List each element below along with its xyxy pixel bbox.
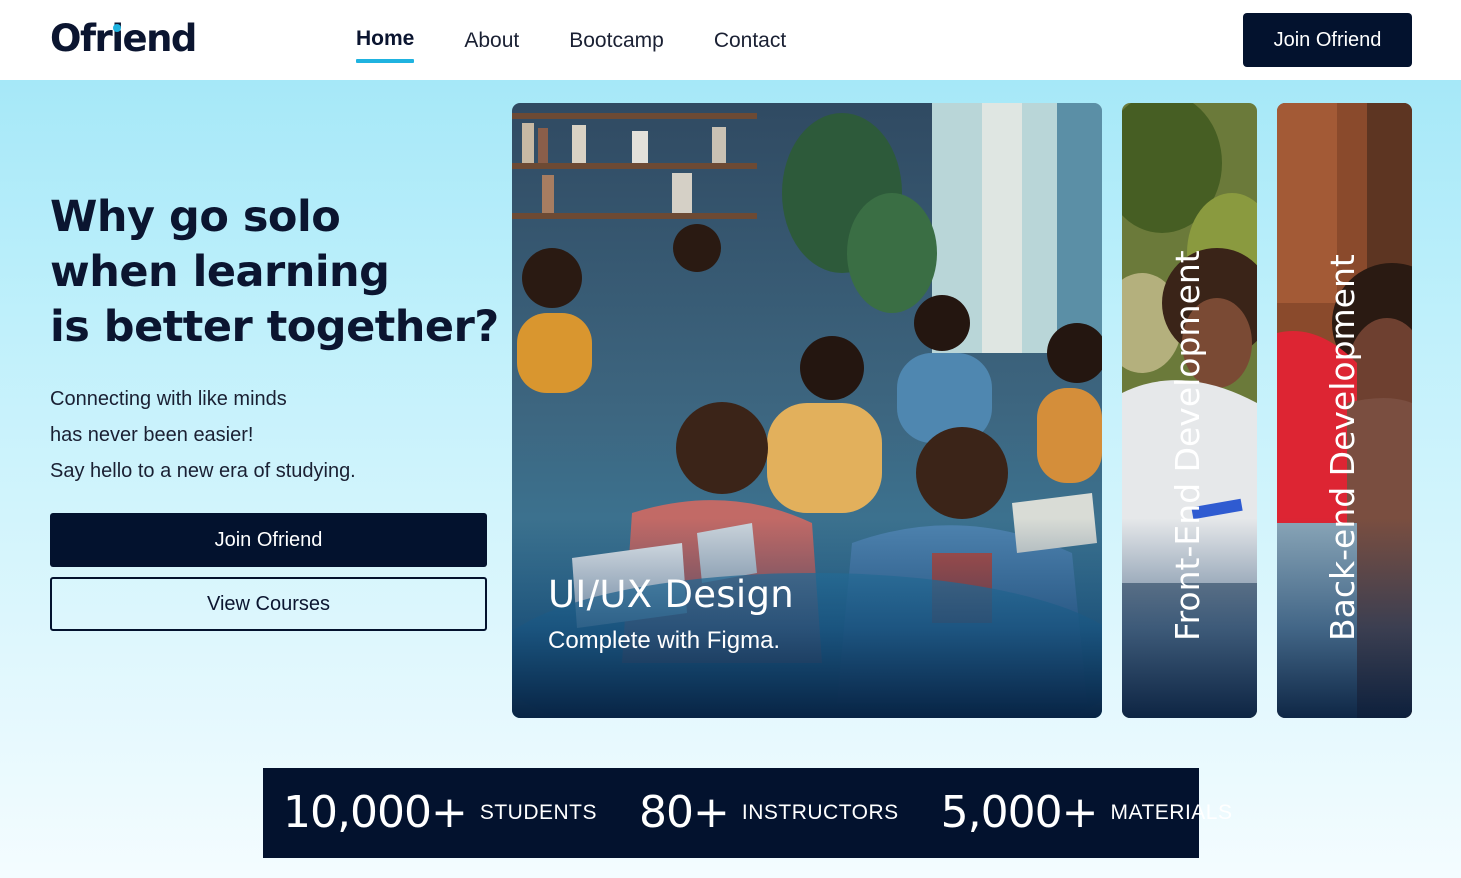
stat-materials: 5,000+ MATERIALS bbox=[941, 768, 1233, 858]
top-navigation-bar: Ofri end Home About Bootcamp Contact Join… bbox=[0, 0, 1461, 80]
stat-students: 10,000+ STUDENTS bbox=[283, 768, 597, 858]
course-card-vertical-title: Front-End Development bbox=[1167, 250, 1207, 641]
course-card-subtitle: Complete with Figma. bbox=[548, 627, 781, 654]
nav-link-about[interactable]: About bbox=[464, 24, 519, 60]
stat-value: 10,000+ bbox=[283, 787, 468, 838]
hero-heading: Why go solo when learning is better toge… bbox=[50, 190, 500, 355]
nav-link-home[interactable]: Home bbox=[356, 24, 415, 63]
course-card-vertical-title: Back-end Development bbox=[1322, 254, 1362, 641]
hero-heading-line: when learning bbox=[50, 247, 390, 297]
card-gradient-overlay bbox=[512, 518, 1102, 718]
hero-subtitle-line: has never been easier! bbox=[50, 424, 254, 446]
course-card-back-end[interactable]: Back-end Development bbox=[1277, 103, 1412, 718]
course-card-title: UI/UX Design bbox=[548, 573, 794, 616]
hero-subtitle-line: Connecting with like minds bbox=[50, 388, 287, 410]
view-courses-button[interactable]: View Courses bbox=[50, 577, 487, 631]
stat-label: MATERIALS bbox=[1110, 801, 1233, 824]
stat-instructors: 80+ INSTRUCTORS bbox=[639, 768, 899, 858]
ofriend-logo[interactable]: Ofri end bbox=[50, 17, 198, 60]
join-ofriend-hero-button[interactable]: Join Ofriend bbox=[50, 513, 487, 567]
logo-text-start: Ofr bbox=[50, 17, 113, 60]
course-card-uiux[interactable]: UI/UX Design Complete with Figma. bbox=[512, 103, 1102, 718]
logo-text-end: end bbox=[122, 17, 198, 60]
stat-value: 80+ bbox=[639, 787, 730, 838]
stats-bar: 10,000+ STUDENTS 80+ INSTRUCTORS 5,000+ … bbox=[263, 768, 1232, 858]
join-ofriend-nav-button[interactable]: Join Ofriend bbox=[1243, 13, 1412, 67]
stat-value: 5,000+ bbox=[940, 787, 1099, 838]
course-card-front-end[interactable]: Front-End Development bbox=[1122, 103, 1257, 718]
stat-label: INSTRUCTORS bbox=[741, 801, 899, 824]
logo-dot-icon bbox=[112, 24, 121, 32]
hero-subtitle: Connecting with like minds has never bee… bbox=[50, 381, 490, 489]
hero-subtitle-line: Say hello to a new era of studying. bbox=[50, 460, 356, 482]
hero-heading-line: is better together? bbox=[50, 302, 499, 352]
nav-link-bootcamp[interactable]: Bootcamp bbox=[569, 24, 664, 60]
hero-heading-line: Why go solo bbox=[50, 192, 341, 242]
logo-text-i: i bbox=[111, 17, 124, 60]
nav-link-contact[interactable]: Contact bbox=[714, 24, 786, 60]
stat-label: STUDENTS bbox=[479, 801, 598, 824]
main-nav-links: Home About Bootcamp Contact bbox=[356, 24, 786, 63]
